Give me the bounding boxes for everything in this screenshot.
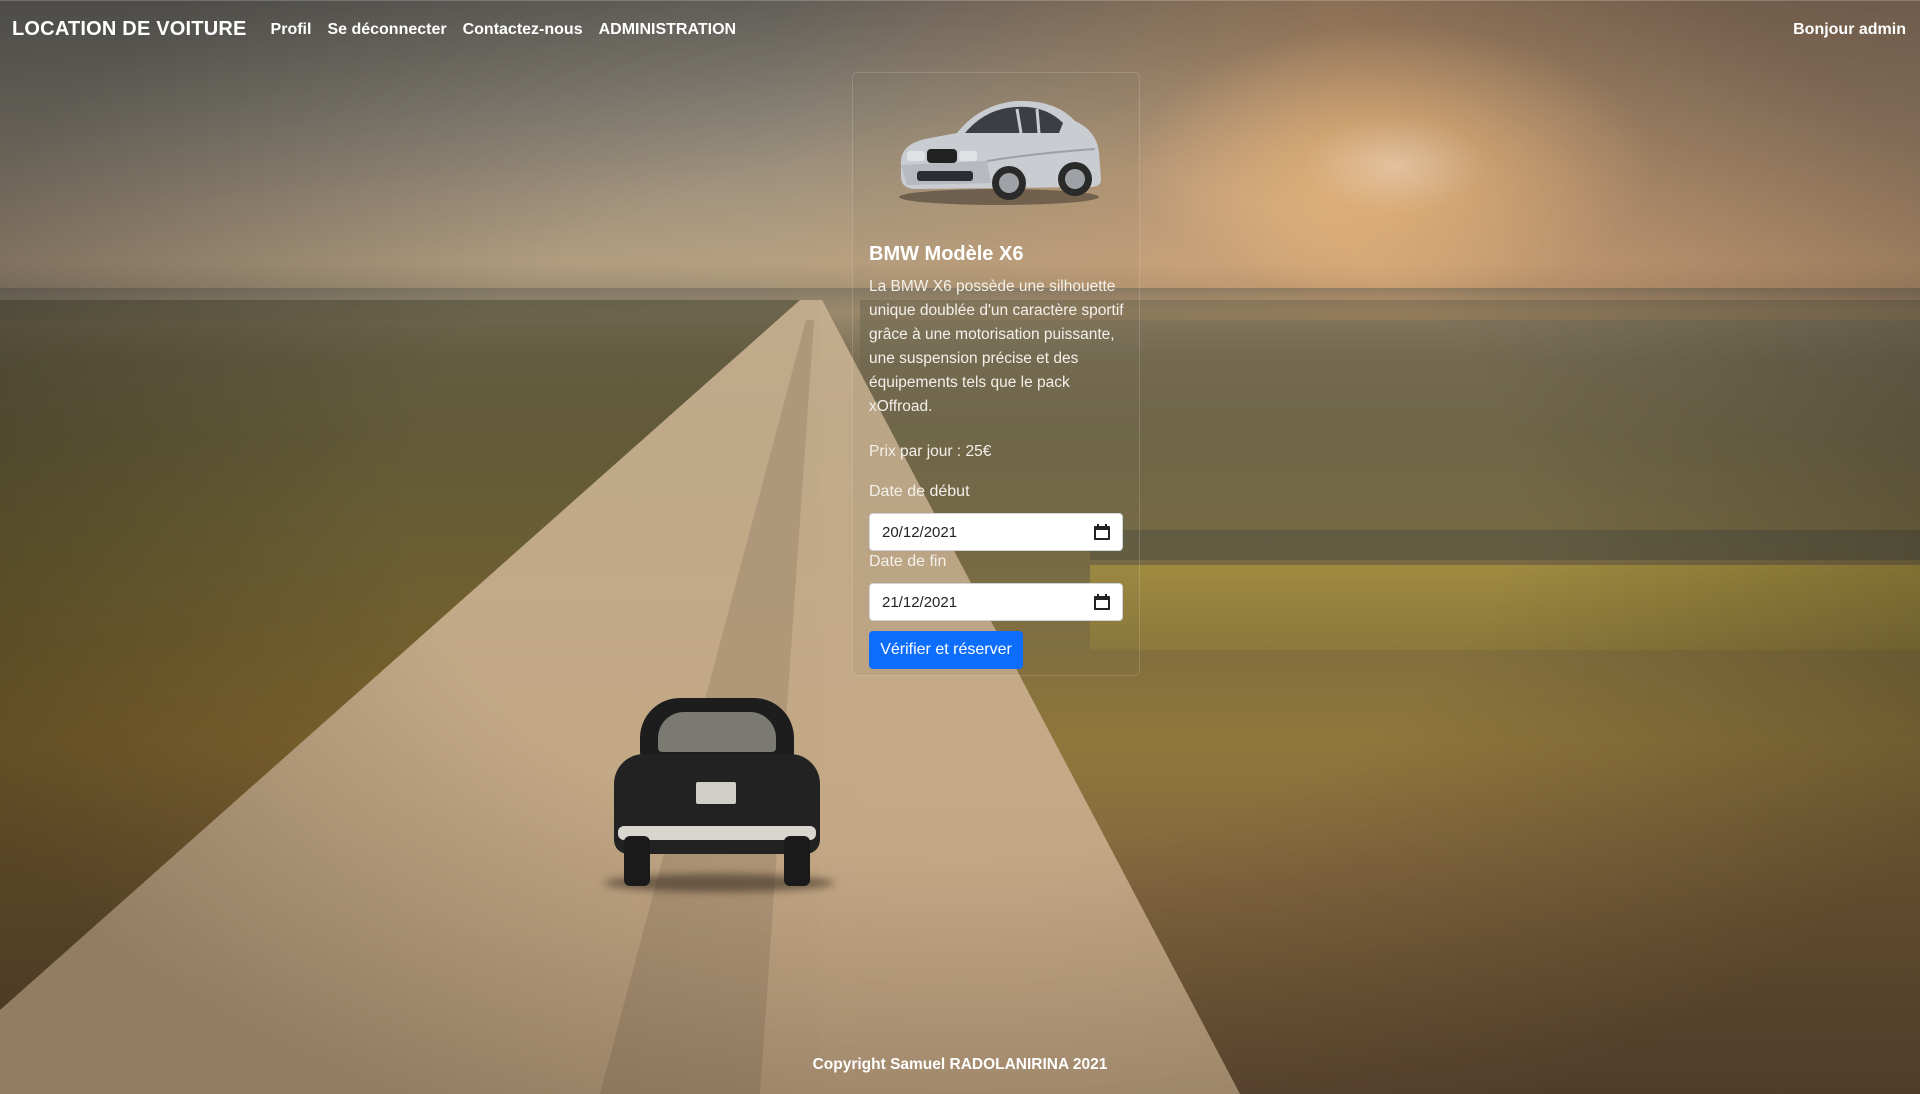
footer-copyright: Copyright Samuel RADOLANIRINA 2021 (812, 1056, 1108, 1073)
end-date-input[interactable]: 21/12/2021 (869, 583, 1123, 621)
end-date-label: Date de fin (869, 553, 947, 570)
start-date-label: Date de début (869, 483, 970, 500)
nav-link-profil[interactable]: Profil (271, 21, 312, 39)
end-date-value: 21/12/2021 (882, 593, 958, 611)
nav-link-contact[interactable]: Contactez-nous (463, 21, 583, 39)
navbar: LOCATION DE VOITURE Profil Se déconnecte… (0, 0, 1920, 58)
start-date-value: 20/12/2021 (882, 523, 958, 541)
nav-link-logout[interactable]: Se déconnecter (327, 21, 446, 39)
calendar-icon[interactable] (1094, 524, 1110, 540)
nav-links: Profil Se déconnecter Contactez-nous ADM… (271, 21, 737, 39)
price-per-day: Prix par jour : 25€ (869, 443, 992, 460)
start-date-input[interactable]: 20/12/2021 (869, 513, 1123, 551)
brand-link[interactable]: LOCATION DE VOITURE (12, 18, 247, 41)
car-image (899, 100, 1101, 205)
vintage-car-image (604, 698, 834, 892)
car-description: La BMW X6 possède une silhouette unique … (869, 278, 1124, 415)
verify-reserve-button[interactable]: Vérifier et réserver (869, 631, 1023, 669)
car-title: BMW Modèle X6 (869, 243, 1024, 265)
car-card: BMW Modèle X6 La BMW X6 possède une silh… (852, 72, 1140, 676)
calendar-icon[interactable] (1094, 594, 1110, 610)
nav-link-admin[interactable]: ADMINISTRATION (599, 21, 736, 39)
user-greeting: Bonjour admin (1793, 20, 1906, 38)
